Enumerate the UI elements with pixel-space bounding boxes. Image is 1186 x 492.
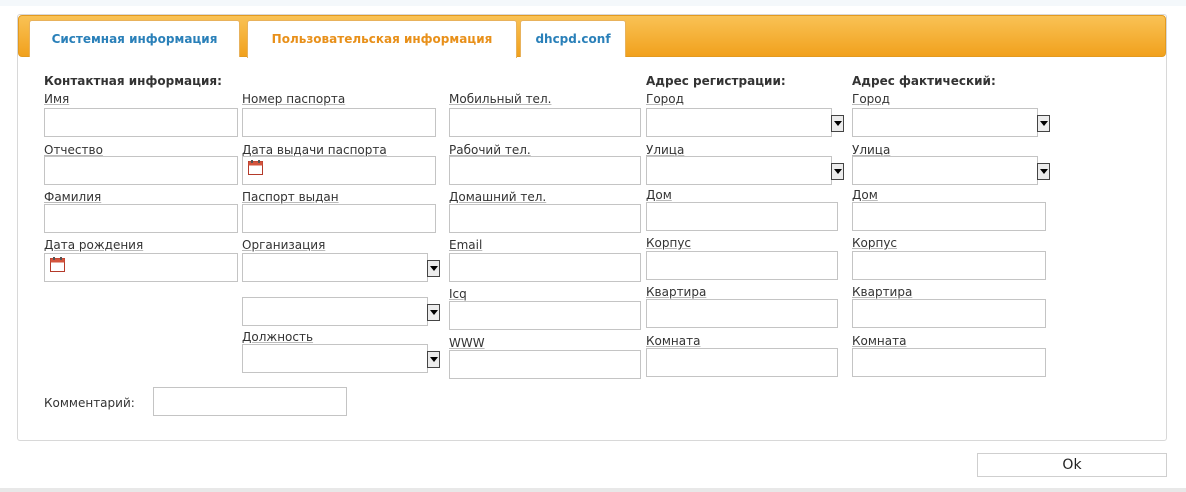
organization-select[interactable] xyxy=(242,253,440,282)
middle-name-label: Отчество xyxy=(44,143,103,157)
birth-date-input[interactable] xyxy=(44,253,238,282)
tab-dhcpd-conf[interactable]: dhcpd.conf xyxy=(520,20,626,57)
reg-house-input[interactable] xyxy=(646,202,838,231)
comment-label: Комментарий: xyxy=(44,396,135,410)
passport-issued-by-input[interactable] xyxy=(242,204,436,233)
organization-sub-select[interactable] xyxy=(242,297,440,326)
fact-room-input[interactable] xyxy=(852,348,1046,377)
fact-street-select[interactable] xyxy=(852,156,1050,185)
fact-house-input[interactable] xyxy=(852,202,1046,231)
fact-room-label: Комната xyxy=(852,334,907,348)
chevron-down-icon[interactable] xyxy=(1037,163,1050,180)
reg-address-heading: Адрес регистрации: xyxy=(646,74,786,88)
tab-user-info[interactable]: Пользовательская информация xyxy=(247,20,517,58)
fact-city-label: Город xyxy=(852,92,890,106)
last-name-label: Фамилия xyxy=(44,190,102,204)
passport-issue-date-input[interactable] xyxy=(242,156,436,185)
home-phone-input[interactable] xyxy=(449,204,641,233)
calendar-icon[interactable] xyxy=(248,160,263,175)
tab-system-info[interactable]: Системная информация xyxy=(29,20,240,57)
fact-building-input[interactable] xyxy=(852,251,1046,280)
passport-issued-by-label: Паспорт выдан xyxy=(242,190,339,204)
icq-input[interactable] xyxy=(449,301,641,330)
mobile-phone-label: Мобильный тел. xyxy=(449,92,552,106)
reg-apartment-label: Квартира xyxy=(646,285,707,299)
chevron-down-icon[interactable] xyxy=(427,260,440,277)
reg-building-label: Корпус xyxy=(646,236,692,250)
reg-apartment-input[interactable] xyxy=(646,299,838,328)
passport-number-label: Номер паспорта xyxy=(242,92,346,106)
birth-date-label: Дата рождения xyxy=(44,238,144,252)
reg-street-select[interactable] xyxy=(646,156,844,185)
reg-house-label: Дом xyxy=(646,188,672,202)
chevron-down-icon[interactable] xyxy=(427,304,440,321)
passport-number-input[interactable] xyxy=(242,108,436,137)
reg-city-label: Город xyxy=(646,92,684,106)
fact-apartment-label: Квартира xyxy=(852,285,913,299)
passport-issue-date-label: Дата выдачи паспорта xyxy=(242,143,387,157)
position-select[interactable] xyxy=(242,344,440,373)
work-phone-input[interactable] xyxy=(449,156,641,185)
fact-building-label: Корпус xyxy=(852,236,898,250)
reg-room-label: Комната xyxy=(646,334,701,348)
home-phone-label: Домашний тел. xyxy=(449,190,547,204)
chevron-down-icon[interactable] xyxy=(831,163,844,180)
first-name-label: Имя xyxy=(44,92,70,106)
fact-apartment-input[interactable] xyxy=(852,299,1046,328)
contact-heading: Контактная информация: xyxy=(44,74,222,88)
reg-city-select[interactable] xyxy=(646,108,844,137)
bottom-strip xyxy=(0,488,1186,492)
reg-street-label: Улица xyxy=(646,143,685,157)
first-name-input[interactable] xyxy=(44,108,238,137)
last-name-input[interactable] xyxy=(44,204,238,233)
fact-street-label: Улица xyxy=(852,143,891,157)
comment-input[interactable] xyxy=(153,387,347,416)
position-label: Должность xyxy=(242,330,314,344)
reg-building-input[interactable] xyxy=(646,251,838,280)
fact-house-label: Дом xyxy=(852,188,878,202)
tab-bar: Системная информация Пользовательская ин… xyxy=(18,15,1166,58)
fact-city-select[interactable] xyxy=(852,108,1050,137)
chevron-down-icon[interactable] xyxy=(831,115,844,132)
chevron-down-icon[interactable] xyxy=(427,351,440,368)
calendar-icon[interactable] xyxy=(50,257,65,272)
fact-address-heading: Адрес фактический: xyxy=(852,74,996,88)
email-label: Email xyxy=(449,238,483,252)
mobile-phone-input[interactable] xyxy=(449,108,641,137)
top-strip xyxy=(0,0,1186,6)
organization-label: Организация xyxy=(242,238,326,252)
www-input[interactable] xyxy=(449,350,641,379)
reg-room-input[interactable] xyxy=(646,348,838,377)
icq-label: Icq xyxy=(449,287,467,301)
middle-name-input[interactable] xyxy=(44,156,238,185)
ok-button[interactable]: Ok xyxy=(977,453,1167,477)
work-phone-label: Рабочий тел. xyxy=(449,143,531,157)
www-label: WWW xyxy=(449,336,485,350)
chevron-down-icon[interactable] xyxy=(1037,115,1050,132)
email-input[interactable] xyxy=(449,253,641,282)
